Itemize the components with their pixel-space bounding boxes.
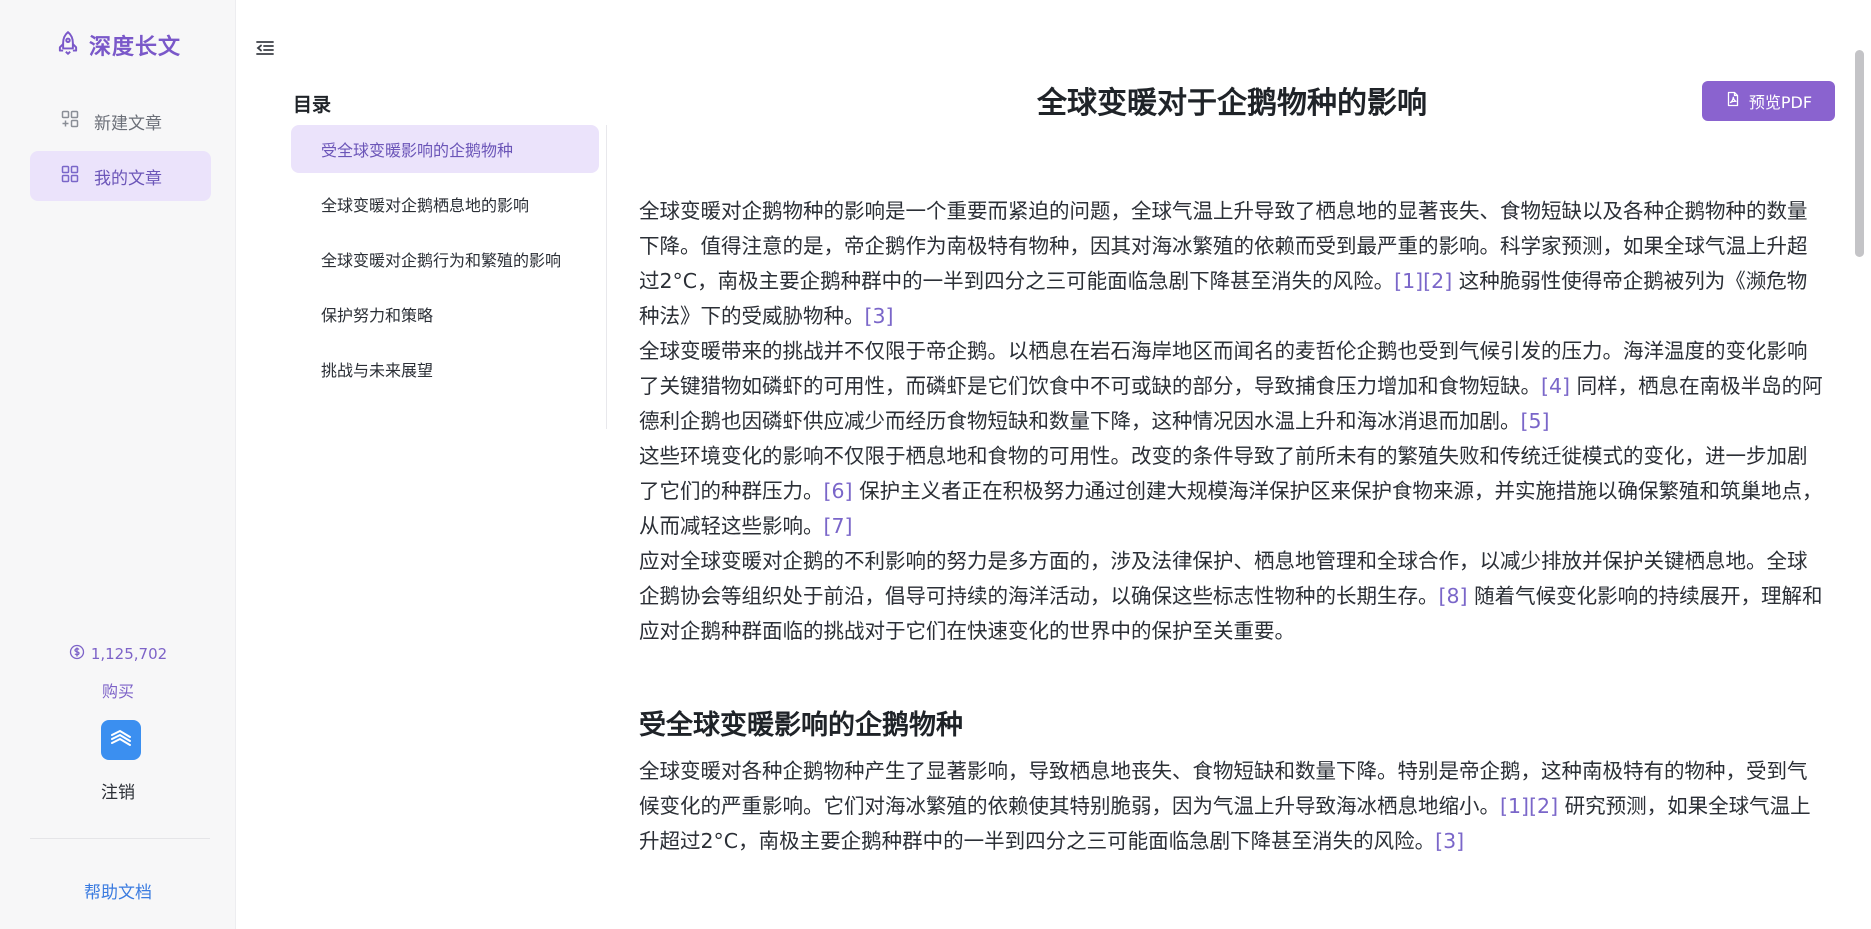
citation-link[interactable]: [3] xyxy=(865,304,894,328)
credits-value: 1,125,702 xyxy=(90,645,168,663)
scrollbar[interactable] xyxy=(1853,50,1865,929)
buy-link[interactable]: 购买 xyxy=(0,678,236,702)
section-body: 全球变暖对各种企鹅物种产生了显著影响，导致栖息地丧失、食物短缺和数量下降。特别是… xyxy=(639,754,1825,859)
paragraph: 全球变暖带来的挑战并不仅限于帝企鹅。以栖息在岩石海岸地区而闻名的麦哲伦企鹅也受到… xyxy=(639,334,1825,439)
citation-link[interactable]: [1] xyxy=(1500,794,1529,818)
toc-item[interactable]: 全球变暖对企鹅栖息地的影响 xyxy=(291,180,599,228)
app-logo-icon xyxy=(108,725,134,755)
coin-icon xyxy=(69,644,85,664)
toc-item-label: 全球变暖对企鹅行为和繁殖的影响 xyxy=(321,251,562,270)
toc-item-label: 挑战与未来展望 xyxy=(321,361,434,380)
article-intro: 全球变暖对企鹅物种的影响是一个重要而紧迫的问题，全球气温上升导致了栖息地的显著丧… xyxy=(639,194,1825,649)
indent-icon xyxy=(253,41,277,64)
article-title: 全球变暖对于企鹅物种的影响 xyxy=(1037,86,1427,121)
toc-item[interactable]: 挑战与未来展望 xyxy=(291,345,599,393)
citation-link[interactable]: [7] xyxy=(824,514,853,538)
logout-button[interactable]: 注销 xyxy=(0,778,236,803)
rocket-logo-icon xyxy=(55,30,81,60)
section-title: 受全球变暖影响的企鹅物种 xyxy=(639,710,963,741)
new-doc-icon xyxy=(60,109,80,134)
toc-item-label: 保护努力和策略 xyxy=(321,306,434,325)
collapse-sidebar-button[interactable] xyxy=(253,36,277,60)
sidebar-divider xyxy=(30,838,210,839)
sidebar-item-new-article[interactable]: 新建文章 xyxy=(30,96,211,146)
sidebar-item-label: 新建文章 xyxy=(94,113,162,134)
paragraph: 全球变暖对企鹅物种的影响是一个重要而紧迫的问题，全球气温上升导致了栖息地的显著丧… xyxy=(639,194,1825,334)
paragraph: 全球变暖对各种企鹅物种产生了显著影响，导致栖息地丧失、食物短缺和数量下降。特别是… xyxy=(639,754,1825,859)
citation-link[interactable]: [3] xyxy=(1435,829,1464,853)
citation-link[interactable]: [4] xyxy=(1541,374,1570,398)
paragraph: 这些环境变化的影响不仅限于栖息地和食物的可用性。改变的条件导致了前所未有的繁殖失… xyxy=(639,439,1825,544)
toc-title: 目录 xyxy=(293,94,332,116)
sidebar: 深度长文 新建文章 我的文章 1,125,702 购买 注销 帮助文档 xyxy=(0,0,236,929)
toc-item[interactable]: 受全球变暖影响的企鹅物种 xyxy=(291,125,599,173)
credits-balance: 1,125,702 xyxy=(0,644,236,664)
avatar[interactable] xyxy=(101,720,141,760)
toc-item[interactable]: 全球变暖对企鹅行为和繁殖的影响 xyxy=(291,235,599,283)
article-content: 全球变暖对于企鹅物种的影响 全球变暖对企鹅物种的影响是一个重要而紧迫的问题，全球… xyxy=(639,80,1825,886)
toc-list: 受全球变暖影响的企鹅物种 全球变暖对企鹅栖息地的影响 全球变暖对企鹅行为和繁殖的… xyxy=(291,125,607,429)
sidebar-item-my-articles[interactable]: 我的文章 xyxy=(30,151,211,201)
brand-name: 深度长文 xyxy=(88,35,181,60)
scrollbar-thumb[interactable] xyxy=(1855,50,1864,257)
brand[interactable]: 深度长文 xyxy=(0,28,236,62)
citation-link[interactable]: [2] xyxy=(1529,794,1558,818)
citation-link[interactable]: [1] xyxy=(1394,269,1423,293)
toc-item-label: 受全球变暖影响的企鹅物种 xyxy=(321,141,514,160)
paragraph: 应对全球变暖对企鹅的不利影响的努力是多方面的，涉及法律保护、栖息地管理和全球合作… xyxy=(639,544,1825,649)
citation-link[interactable]: [2] xyxy=(1423,269,1452,293)
sidebar-item-label: 我的文章 xyxy=(94,168,162,189)
grid-icon xyxy=(60,164,80,189)
help-docs-link[interactable]: 帮助文档 xyxy=(0,878,236,903)
citation-link[interactable]: [5] xyxy=(1521,409,1550,433)
citation-link[interactable]: [8] xyxy=(1439,584,1468,608)
content-fade xyxy=(639,870,1825,929)
table-of-contents: 目录 受全球变暖影响的企鹅物种 全球变暖对企鹅栖息地的影响 全球变暖对企鹅行为和… xyxy=(291,90,607,429)
sidebar-nav: 新建文章 我的文章 xyxy=(30,96,211,206)
toc-item[interactable]: 保护努力和策略 xyxy=(291,290,599,338)
citation-link[interactable]: [6] xyxy=(824,479,853,503)
toc-item-label: 全球变暖对企鹅栖息地的影响 xyxy=(321,196,530,215)
